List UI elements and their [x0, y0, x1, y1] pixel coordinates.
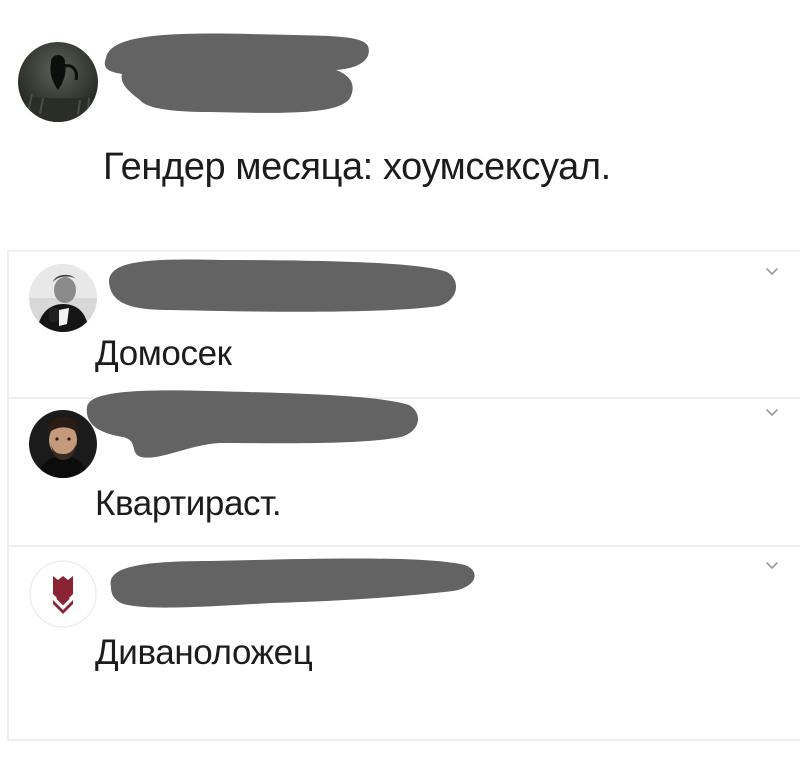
chevron-down-icon[interactable]: [764, 266, 780, 278]
post-text: Гендер месяца: хоумсексуал.: [103, 146, 611, 188]
comment-author-avatar[interactable]: [29, 560, 97, 628]
chevron-down-icon[interactable]: [764, 560, 780, 572]
post-author-avatar[interactable]: [18, 42, 98, 122]
comment-item: Домосек: [7, 250, 800, 400]
comment-author-name-redacted[interactable]: [101, 553, 481, 615]
comment-author-name-redacted[interactable]: [79, 387, 424, 467]
comment-author-name-redacted[interactable]: [101, 254, 461, 316]
chevron-down-icon[interactable]: [764, 407, 780, 419]
comment-author-avatar[interactable]: [29, 264, 97, 332]
original-post: Гендер месяца: хоумсексуал.: [0, 0, 800, 232]
comment-item: Квартираст.: [7, 390, 800, 545]
comment-list: Домосек Квартираст. Диваноложец: [0, 232, 800, 758]
comment-text: Домосек: [95, 334, 232, 373]
comment-text: Диваноложец: [95, 633, 313, 672]
post-author-name-redacted[interactable]: [100, 28, 375, 120]
comment-item: Диваноложец: [7, 545, 800, 741]
comment-text: Квартираст.: [95, 484, 282, 523]
